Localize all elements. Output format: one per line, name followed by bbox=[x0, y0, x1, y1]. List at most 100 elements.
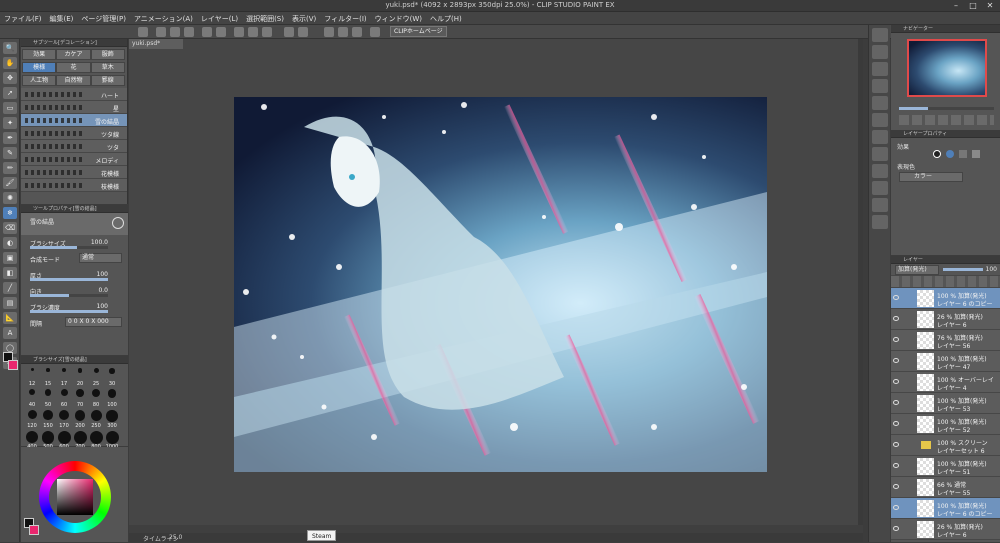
intermediate-color-icon[interactable] bbox=[872, 130, 888, 144]
eye-icon[interactable] bbox=[893, 505, 899, 510]
object-tool-icon[interactable]: ➚ bbox=[3, 87, 17, 99]
layer-search-icon[interactable] bbox=[872, 147, 888, 161]
thickness-row[interactable]: 厚さ 100 bbox=[21, 267, 128, 283]
brush-size-preset[interactable]: 100 bbox=[105, 389, 119, 408]
layer-toolbar[interactable] bbox=[891, 276, 1000, 288]
document-tab[interactable]: yuki.psd* bbox=[129, 39, 183, 49]
invert-selection-icon[interactable] bbox=[298, 27, 308, 37]
wrench-icon[interactable] bbox=[112, 217, 124, 229]
layer-row[interactable]: 100 % オーバーレイ レイヤー 4 bbox=[891, 372, 1000, 393]
minimize-icon[interactable]: – bbox=[948, 1, 964, 11]
brush-size-preset[interactable]: 70 bbox=[73, 389, 87, 408]
brush-size-preset[interactable]: 30 bbox=[105, 368, 119, 387]
brush-item-snowflake[interactable]: 雪の結晶 bbox=[21, 114, 127, 127]
brush-size-row[interactable]: ブラシサイズ 100.0 bbox=[21, 235, 128, 251]
brush-item-flower-pattern[interactable]: 花模様 bbox=[21, 166, 127, 179]
brush-item-melody[interactable]: メロディ bbox=[21, 153, 127, 166]
brush-tool-icon[interactable]: 🖌 bbox=[3, 177, 17, 189]
pencil-tool-icon[interactable]: ✏ bbox=[3, 162, 17, 174]
snap-icon[interactable] bbox=[338, 27, 348, 37]
brush-size-preset[interactable]: 25 bbox=[89, 368, 103, 387]
brush-size-preset[interactable]: 200 bbox=[73, 410, 87, 429]
auto-select-tool-icon[interactable]: ✦ bbox=[3, 117, 17, 129]
pen-tool-icon[interactable]: ✎ bbox=[3, 147, 17, 159]
vertical-scrollbar[interactable] bbox=[858, 39, 863, 542]
blend-tool-icon[interactable]: ◐ bbox=[3, 237, 17, 249]
tab-care[interactable]: カケア bbox=[56, 49, 91, 60]
menu-view[interactable]: 表示(V) bbox=[288, 12, 320, 26]
brush-size-preset[interactable]: 300 bbox=[105, 410, 119, 429]
layer-row[interactable]: 100 % 加算(発光) レイヤー 6 のコピー bbox=[891, 288, 1000, 309]
menu-selection[interactable]: 選択範囲(S) bbox=[242, 12, 288, 26]
menu-layer[interactable]: レイヤー(L) bbox=[197, 12, 242, 26]
color-set-icon[interactable] bbox=[872, 113, 888, 127]
layer-row[interactable]: 66 % 通常 レイヤー 55 bbox=[891, 477, 1000, 498]
figure-tool-icon[interactable]: ╱ bbox=[3, 282, 17, 294]
tab-clothing[interactable]: 服飾 bbox=[90, 49, 125, 60]
sub-color-chip[interactable] bbox=[29, 525, 39, 535]
tab-ruled-line[interactable]: 罫線 bbox=[90, 75, 125, 86]
eye-icon[interactable] bbox=[138, 27, 148, 37]
redo-icon[interactable] bbox=[216, 27, 226, 37]
layer-row[interactable]: 100 % 加算(発光) レイヤー 53 bbox=[891, 393, 1000, 414]
brush-size-preset[interactable]: 20 bbox=[73, 368, 87, 387]
eraser-tool-icon[interactable]: ⌫ bbox=[3, 222, 17, 234]
airbrush-tool-icon[interactable]: ✺ bbox=[3, 192, 17, 204]
move-tool-icon[interactable]: ✥ bbox=[3, 72, 17, 84]
menu-animation[interactable]: アニメーション(A) bbox=[130, 12, 197, 26]
brush-item-ivy[interactable]: ツタ bbox=[21, 140, 127, 153]
history-icon[interactable] bbox=[872, 79, 888, 93]
selection-tool-icon[interactable]: ▭ bbox=[3, 102, 17, 114]
ruler-tool-icon[interactable]: 📐 bbox=[3, 312, 17, 324]
eye-icon[interactable] bbox=[893, 295, 899, 300]
brush-item-heart[interactable]: ハート bbox=[21, 88, 127, 101]
horizontal-scrollbar[interactable] bbox=[129, 525, 863, 533]
eye-icon[interactable] bbox=[893, 337, 899, 342]
tab-pattern[interactable]: 模様 bbox=[22, 62, 57, 73]
animation-cels-icon[interactable] bbox=[872, 164, 888, 178]
brush-size-preset[interactable]: 120 bbox=[25, 410, 39, 429]
eye-icon[interactable] bbox=[893, 442, 899, 447]
tone-icon[interactable] bbox=[959, 150, 967, 158]
border-effect-icon[interactable] bbox=[933, 150, 941, 158]
fill-icon[interactable] bbox=[262, 27, 272, 37]
gradient-tool-icon[interactable]: ◧ bbox=[3, 267, 17, 279]
brush-size-preset[interactable]: 40 bbox=[25, 389, 39, 408]
navigator-icon[interactable] bbox=[872, 28, 888, 42]
brush-density-row[interactable]: ブラシ濃度 100 bbox=[21, 299, 128, 315]
layer-row[interactable]: 100 % 加算(発光) レイヤー 47 bbox=[891, 351, 1000, 372]
scale-icon[interactable] bbox=[248, 27, 258, 37]
menu-file[interactable]: ファイル(F) bbox=[0, 12, 46, 26]
auto-action-icon[interactable] bbox=[872, 181, 888, 195]
brush-item-branch-pattern[interactable]: 枝模様 bbox=[21, 179, 127, 192]
new-file-icon[interactable] bbox=[156, 27, 166, 37]
canvas-artwork[interactable] bbox=[234, 97, 767, 472]
brush-size-slider[interactable] bbox=[30, 246, 108, 249]
tab-flower[interactable]: 花 bbox=[56, 62, 91, 73]
brush-size-preset[interactable]: 80 bbox=[89, 389, 103, 408]
quick-access-icon[interactable] bbox=[872, 215, 888, 229]
layer-row[interactable]: 100 % 加算(発光) レイヤー 6 のコピー bbox=[891, 498, 1000, 519]
layer-row[interactable]: 76 % 加算(発光) レイヤー 56 bbox=[891, 330, 1000, 351]
brush-size-preset[interactable]: 60 bbox=[57, 389, 71, 408]
tab-effect[interactable]: 効果 bbox=[22, 49, 57, 60]
eye-icon[interactable] bbox=[893, 421, 899, 426]
layer-opacity-slider[interactable] bbox=[943, 268, 983, 271]
tab-artificial[interactable]: 人工物 bbox=[22, 75, 57, 86]
zoom-tool-icon[interactable]: 🔍 bbox=[3, 42, 17, 54]
color-swatch[interactable] bbox=[0, 348, 20, 376]
undo-icon[interactable] bbox=[202, 27, 212, 37]
close-icon[interactable]: ✕ bbox=[982, 1, 998, 11]
navigator-zoom-slider[interactable] bbox=[899, 107, 994, 110]
pen-settings-icon[interactable] bbox=[352, 27, 362, 37]
brush-size-preset[interactable]: 15 bbox=[41, 368, 55, 387]
eye-icon[interactable] bbox=[893, 463, 899, 468]
save-icon[interactable] bbox=[184, 27, 194, 37]
brush-size-preset[interactable]: 250 bbox=[89, 410, 103, 429]
layer-row[interactable]: 100 % 加算(発光) レイヤー 51 bbox=[891, 456, 1000, 477]
layer-row[interactable]: 100 % スクリーン レイヤーセット 6 bbox=[891, 435, 1000, 456]
menu-edit[interactable]: 編集(E) bbox=[46, 12, 78, 26]
tab-natural[interactable]: 自然物 bbox=[56, 75, 91, 86]
brush-size-preset[interactable]: 17 bbox=[57, 368, 71, 387]
brush-item-ivy-line[interactable]: ツタ線 bbox=[21, 127, 127, 140]
